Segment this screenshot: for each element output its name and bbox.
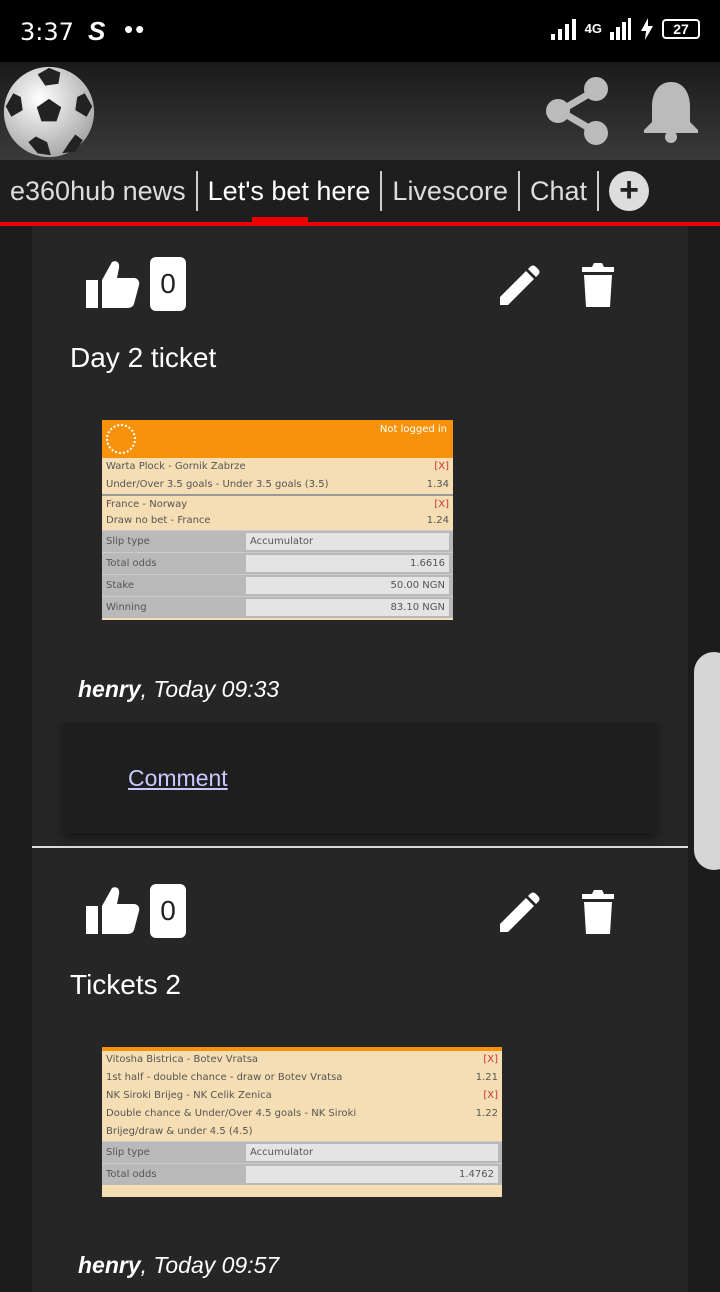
post-meta: henry, Today 09:57 <box>78 1252 279 1279</box>
signal-icon-2 <box>610 18 631 40</box>
thumbs-up-icon[interactable] <box>84 884 140 936</box>
ticket-info-row: Total odds 1.4762 <box>102 1163 502 1185</box>
soccer-ball-icon[interactable] <box>2 65 96 159</box>
ticket-row: France - Norway [X] <box>102 494 453 512</box>
comment-box: Comment <box>64 723 656 833</box>
ticket-image[interactable]: Not logged in Warta Plock - Gornik Zabrz… <box>102 420 453 620</box>
status-bar: 3:37 S •• 4G 27 <box>0 0 720 62</box>
charging-icon <box>641 18 653 40</box>
ticket-row: Brijeg/draw & under 4.5 (4.5) <box>106 1126 253 1137</box>
tab-lets-bet-here[interactable]: Let's bet here <box>198 171 383 227</box>
more-notifications-icon: •• <box>124 14 147 44</box>
scroll-handle[interactable] <box>694 652 720 870</box>
ticket-info-row: Slip type Accumulator <box>102 1141 502 1163</box>
ticket-header: Not logged in <box>102 420 453 458</box>
ticket-row: Double chance & Under/Over 4.5 goals - N… <box>106 1108 498 1119</box>
author-name[interactable]: henry <box>78 676 141 702</box>
battery-icon: 27 <box>662 19 700 39</box>
ticket-row: 1st half - double chance - draw or Botev… <box>106 1072 498 1083</box>
share-icon[interactable] <box>542 76 612 146</box>
ticket-info-row: Stake 50.00 NGN <box>102 574 453 596</box>
post-card: 0 Tickets 2 Vitosha Bistrica - Botev Vra… <box>32 848 688 1288</box>
ticket-row: Vitosha Bistrica - Botev Vratsa [X] <box>106 1054 498 1065</box>
status-indicators: 4G 27 <box>550 18 700 40</box>
signal-icon <box>550 19 576 40</box>
ticket-info-row: Winning 83.10 NGN <box>102 596 453 618</box>
ticket-info-row: Slip type Accumulator <box>102 530 453 552</box>
delete-icon[interactable] <box>580 261 616 309</box>
post-time: , Today 09:33 <box>140 676 280 702</box>
delete-icon[interactable] <box>580 888 616 936</box>
logo-icon <box>106 424 136 454</box>
ticket-login-status: Not logged in <box>379 424 447 435</box>
add-tab-button[interactable]: + <box>609 171 650 211</box>
author-name[interactable]: henry <box>78 1252 141 1278</box>
post-title: Day 2 ticket <box>70 342 217 373</box>
tab-livescore[interactable]: Livescore <box>382 171 520 211</box>
post-title: Tickets 2 <box>70 969 181 1000</box>
ticket-row: Draw no bet - France 1.24 <box>106 515 449 526</box>
post-meta: henry, Today 09:33 <box>78 676 279 703</box>
app-bar <box>0 62 720 160</box>
tab-e360hub-news[interactable]: e360hub news <box>0 171 198 211</box>
thumbs-up-icon[interactable] <box>84 258 140 310</box>
like-count: 0 <box>150 884 186 938</box>
comment-link[interactable]: Comment <box>128 765 228 792</box>
ticket-info-row: Total odds 1.6616 <box>102 552 453 574</box>
like-count: 0 <box>150 257 186 311</box>
app-notification-icon: S <box>88 16 106 46</box>
network-type: 4G <box>584 21 602 36</box>
ticket-row: NK Siroki Brijeg - NK Celik Zenica [X] <box>106 1090 498 1101</box>
bell-icon[interactable] <box>640 78 702 144</box>
tab-chat[interactable]: Chat <box>520 171 600 211</box>
post-card: 0 Day 2 ticket Not logged in Warta Plock… <box>32 226 688 848</box>
ticket-row: Warta Plock - Gornik Zabrze [X] <box>106 461 449 472</box>
edit-icon[interactable] <box>496 261 544 309</box>
tab-bar: e360hub news Let's bet here Livescore Ch… <box>0 160 720 227</box>
status-time: 3:37 <box>20 18 74 46</box>
bet-feed[interactable]: 0 Day 2 ticket Not logged in Warta Plock… <box>32 226 688 1292</box>
ticket-row: Under/Over 3.5 goals - Under 3.5 goals (… <box>106 479 449 490</box>
post-time: , Today 09:57 <box>140 1252 280 1278</box>
edit-icon[interactable] <box>496 888 544 936</box>
ticket-image[interactable]: Vitosha Bistrica - Botev Vratsa [X] 1st h… <box>102 1047 502 1197</box>
